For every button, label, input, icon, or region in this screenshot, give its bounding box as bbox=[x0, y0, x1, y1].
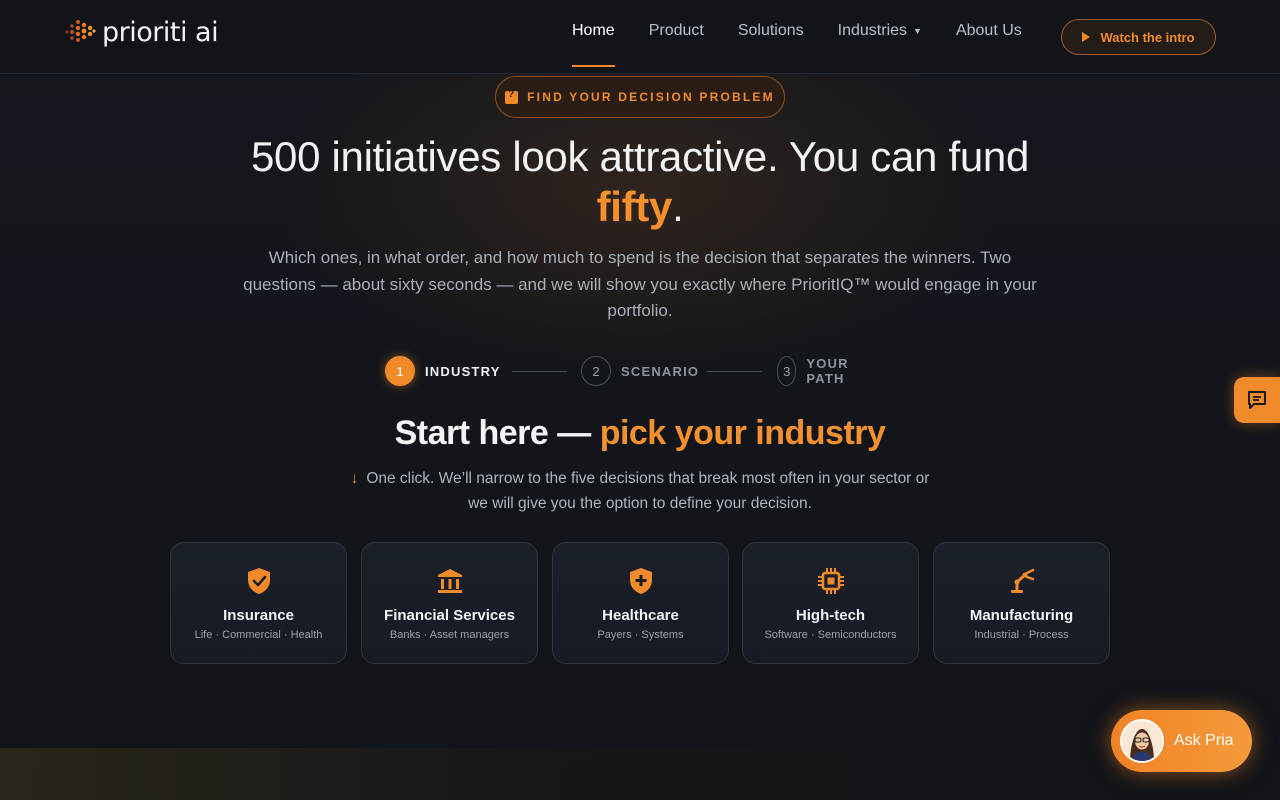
logo-mark-icon bbox=[65, 20, 96, 42]
nav-links: Home Product Solutions Industries ▼ About… bbox=[572, 22, 1056, 67]
nav-industries[interactable]: Industries ▼ bbox=[838, 22, 922, 66]
watch-intro-button[interactable]: Watch the intro bbox=[1061, 19, 1216, 55]
headline-end: . bbox=[672, 183, 684, 230]
step-scenario[interactable]: 2 SCENARIO bbox=[581, 356, 699, 386]
logo[interactable]: prioriti ai bbox=[64, 16, 219, 48]
industry-card-healthcare[interactable]: Healthcare Payers · Systems bbox=[552, 542, 729, 664]
card-subtitle: Payers · Systems bbox=[597, 629, 684, 641]
step-label: YOUR PATH bbox=[806, 356, 849, 386]
card-title: High-tech bbox=[795, 607, 866, 624]
card-title: Healthcare bbox=[602, 607, 679, 624]
nav-home[interactable]: Home bbox=[572, 22, 615, 67]
chip-icon bbox=[817, 568, 844, 594]
nav-product[interactable]: Product bbox=[649, 22, 704, 66]
bank-icon bbox=[437, 569, 462, 593]
industry-card-insurance[interactable]: Insurance Life · Commercial · Health bbox=[170, 542, 347, 664]
headline-accent: fifty bbox=[596, 183, 673, 230]
section-title: Start here — pick your industry bbox=[240, 414, 1040, 453]
step-label: INDUSTRY bbox=[425, 363, 501, 379]
ask-pria-button[interactable]: Ask Pria bbox=[1111, 710, 1252, 772]
card-title: Manufacturing bbox=[969, 607, 1074, 624]
play-icon bbox=[1082, 32, 1091, 42]
step-connector bbox=[707, 371, 762, 372]
card-subtitle: Banks · Asset managers bbox=[389, 629, 510, 641]
find-decision-pill: FIND YOUR DECISION PROBLEM bbox=[495, 76, 785, 118]
step-your-path[interactable]: 3 YOUR PATH bbox=[777, 356, 859, 386]
logo-text: prioriti ai bbox=[102, 16, 219, 48]
card-subtitle: Life · Commercial · Health bbox=[194, 629, 323, 641]
industry-card-manufacturing[interactable]: Manufacturing Industrial · Process bbox=[933, 542, 1110, 664]
step-number: 2 bbox=[581, 356, 611, 386]
page-background bbox=[0, 0, 1280, 800]
top-navigation: prioriti ai Home Product Solutions Indus… bbox=[0, 0, 1280, 74]
nav-about-us[interactable]: About Us bbox=[956, 22, 1022, 66]
step-connector bbox=[512, 371, 567, 372]
nav-solutions-label: Solutions bbox=[737, 22, 804, 39]
card-title: Insurance bbox=[223, 607, 294, 624]
nav-solutions[interactable]: Solutions bbox=[738, 22, 804, 66]
ask-pria-label: Ask Pria bbox=[1174, 732, 1234, 749]
pill-label: FIND YOUR DECISION PROBLEM bbox=[527, 90, 775, 104]
caret-down-icon: ▼ bbox=[913, 25, 922, 36]
feedback-chat-tab[interactable] bbox=[1234, 377, 1280, 423]
assistant-avatar-icon bbox=[1122, 721, 1162, 761]
bottom-glow bbox=[0, 748, 1280, 800]
headline-text: 500 initiatives look attractive. You can… bbox=[250, 133, 1030, 180]
section-subtitle: ↓ One click. We’ll narrow to the five dec… bbox=[340, 466, 940, 516]
chat-bubble-icon bbox=[1248, 391, 1266, 409]
watch-intro-label: Watch the intro bbox=[1100, 29, 1195, 45]
arrow-down-icon: ↓ bbox=[350, 470, 359, 487]
shield-check-icon bbox=[247, 568, 270, 594]
step-industry[interactable]: 1 INDUSTRY bbox=[385, 356, 501, 386]
nav-home-label: Home bbox=[572, 22, 615, 39]
avatar bbox=[1120, 719, 1164, 763]
section-title-accent: pick your industry bbox=[599, 414, 886, 452]
nav-industries-label: Industries bbox=[837, 22, 908, 39]
nav-about-label: About Us bbox=[955, 22, 1022, 39]
nav-product-label: Product bbox=[648, 22, 704, 39]
industry-card-financial-services[interactable]: Financial Services Banks · Asset manager… bbox=[361, 542, 538, 664]
hero-subtitle: Which ones, in what order, and how much … bbox=[243, 248, 1037, 320]
shield-plus-icon bbox=[629, 568, 652, 594]
card-title: Financial Services bbox=[384, 607, 515, 624]
card-subtitle: Software · Semiconductors bbox=[764, 629, 897, 641]
card-subtitle: Industrial · Process bbox=[974, 629, 1069, 641]
step-number: 3 bbox=[777, 356, 797, 386]
robot-arm-icon bbox=[1010, 568, 1034, 593]
industry-card-high-tech[interactable]: High-tech Software · Semiconductors bbox=[742, 542, 919, 664]
step-label: SCENARIO bbox=[621, 363, 700, 379]
hero-headline: 500 initiatives look attractive. You can… bbox=[240, 132, 1040, 232]
step-number: 1 bbox=[385, 356, 415, 386]
section-subtitle-text: One click. We’ll narrow to the five deci… bbox=[366, 470, 930, 512]
section-title-text: Start here — bbox=[394, 414, 600, 452]
question-book-icon bbox=[505, 89, 519, 104]
